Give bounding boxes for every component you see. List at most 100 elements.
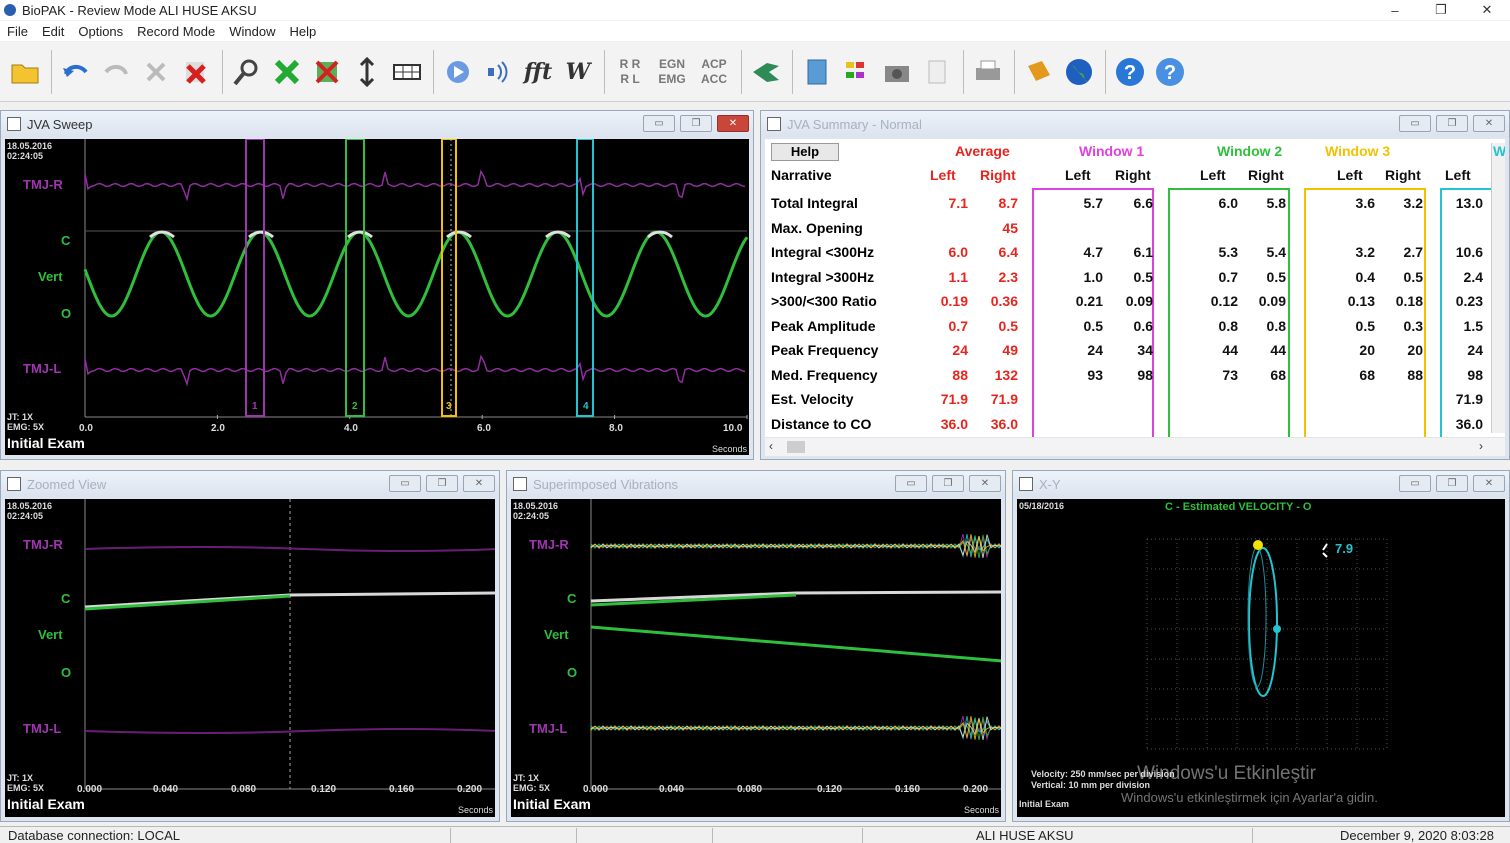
table-cell: 24 (1467, 342, 1483, 358)
table-cell: 132 (994, 366, 1018, 383)
acp-acc-button[interactable]: ACP ACC (694, 50, 734, 94)
rl-button[interactable]: R RR L (610, 50, 650, 94)
jva-summary-panel[interactable]: JVA Summary - Normal ▭ ❐ ✕ Help Narrative … (760, 110, 1510, 460)
jva-sweep-titlebar[interactable]: JVA Sweep ▭ ❐ ✕ (1, 111, 753, 137)
panel-close-button[interactable]: ✕ (463, 475, 495, 492)
table-cell: 2.3 (998, 268, 1018, 285)
report-icon[interactable] (798, 50, 836, 94)
close-button[interactable]: ✕ (1464, 2, 1510, 18)
window-markers[interactable] (245, 139, 594, 417)
horizontal-scrollbar[interactable]: ‹ › (765, 438, 1505, 456)
table-cell: 5.4 (1266, 244, 1286, 260)
xy-exam: Initial Exam (1019, 799, 1070, 809)
panel-minimize-button[interactable]: ▭ (1399, 115, 1431, 132)
superimposed-titlebar[interactable]: Superimposed Vibrations ▭ ❐ ✕ (507, 471, 1005, 497)
menu-window[interactable]: Window (222, 24, 282, 39)
menu-file[interactable]: File (0, 24, 35, 39)
panel-minimize-button[interactable]: ▭ (895, 475, 927, 492)
menu-help[interactable]: Help (282, 24, 323, 39)
green-x-icon[interactable] (268, 50, 306, 94)
playback-icon[interactable] (439, 50, 477, 94)
emg-label: EMG (658, 71, 686, 86)
panel-minimize-button[interactable]: ▭ (643, 115, 675, 132)
panel-close-button[interactable]: ✕ (1473, 475, 1505, 492)
zoom-emg: EMG: 5X (7, 783, 45, 793)
delete-icon[interactable] (177, 50, 215, 94)
jaw-icon[interactable] (747, 50, 785, 94)
panel-restore-button[interactable]: ❐ (426, 475, 458, 492)
context-help-icon[interactable]: ? (1151, 50, 1189, 94)
zoomed-view-titlebar[interactable]: Zoomed View ▭ ❐ ✕ (1, 471, 499, 497)
clear-icon[interactable] (308, 50, 346, 94)
notes-icon[interactable] (918, 50, 956, 94)
magnifier-icon[interactable] (228, 50, 266, 94)
table-cell: 0.36 (990, 293, 1018, 309)
xy-titlebar[interactable]: X-Y ▭ ❐ ✕ (1013, 471, 1509, 497)
panel-minimize-button[interactable]: ▭ (389, 475, 421, 492)
zoomed-view-plot[interactable]: 18.05.2016 02:24:05 TMJ-R C Vert O TMJ-L… (5, 499, 495, 817)
table-cell: 8.7 (998, 195, 1018, 211)
group-header: Window 1 (1079, 143, 1145, 159)
panel-restore-button[interactable]: ❐ (1436, 115, 1468, 132)
jva-sweep-panel[interactable]: JVA Sweep ▭ ❐ ✕ 18.05.2016 02:24:05 TMJ-R … (0, 110, 754, 460)
panel-close-button[interactable]: ✕ (969, 475, 1001, 492)
xy-plot[interactable]: 05/18/2016 C - Estimated VELOCITY - O 7.… (1017, 499, 1505, 817)
minimize-button[interactable]: – (1372, 3, 1418, 18)
fft-button[interactable]: fft (519, 50, 557, 94)
label-tmj-l: TMJ-L (23, 721, 62, 736)
jva-sweep-svg[interactable] (5, 139, 749, 455)
w-button[interactable]: W (559, 50, 597, 94)
superimposed-panel[interactable]: Superimposed Vibrations ▭ ❐ ✕ 18.05.2016 0… (506, 470, 1006, 822)
vertical-scrollbar[interactable] (1491, 143, 1505, 433)
table-cell: 98 (1467, 366, 1483, 383)
sound-icon[interactable] (479, 50, 517, 94)
palette-icon[interactable] (838, 50, 876, 94)
help-icon[interactable]: ? (1111, 50, 1149, 94)
window-column-border (1304, 188, 1426, 437)
maximize-button[interactable]: ❐ (1418, 2, 1464, 18)
egn-emg-button[interactable]: EGN EMG (652, 50, 692, 94)
table-cell: 0.4 (1355, 268, 1375, 285)
panel-restore-button[interactable]: ❐ (1436, 475, 1468, 492)
scroll-thumb[interactable] (787, 441, 805, 453)
menu-edit[interactable]: Edit (35, 24, 71, 39)
table-cell: 0.8 (1266, 317, 1286, 334)
undo-icon[interactable] (57, 50, 95, 94)
jva-summary-titlebar[interactable]: JVA Summary - Normal ▭ ❐ ✕ (761, 111, 1509, 137)
camera-icon[interactable] (878, 50, 916, 94)
menu-record-mode[interactable]: Record Mode (130, 24, 222, 39)
label-o: O (61, 306, 72, 321)
cut-icon[interactable] (137, 50, 175, 94)
panel-restore-button[interactable]: ❐ (932, 475, 964, 492)
sweep-tick-0: 0.0 (79, 423, 93, 434)
status-bar: Database connection: LOCAL ALI HUSE AKSU… (0, 826, 1510, 843)
table-cell: 71.9 (1455, 391, 1483, 407)
open-folder-icon[interactable] (6, 50, 44, 94)
table-cell: 6.4 (998, 244, 1018, 260)
zoomed-view-panel[interactable]: Zoomed View ▭ ❐ ✕ 18.05.2016 02:24:05 TMJ-… (0, 470, 500, 822)
globe-icon[interactable] (1060, 50, 1098, 94)
redo-icon[interactable] (97, 50, 135, 94)
xy-panel[interactable]: X-Y ▭ ❐ ✕ 05/18/2016 C - Estimated VELOCIT… (1012, 470, 1510, 822)
table-cell: 0.6 (1133, 317, 1153, 334)
status-divider (712, 828, 713, 843)
scroll-right-icon[interactable]: › (1479, 439, 1483, 453)
book-icon[interactable] (1020, 50, 1058, 94)
table-cell: 13.0 (1455, 195, 1483, 211)
super-tick-2: 0.080 (737, 784, 763, 795)
panel-minimize-button[interactable]: ▭ (1399, 475, 1431, 492)
window-3-mark: 3 (446, 401, 452, 412)
superimposed-noise (590, 533, 1001, 741)
jva-sweep-plot[interactable]: 18.05.2016 02:24:05 TMJ-R C Vert O TMJ-L… (5, 139, 749, 455)
table-icon[interactable] (388, 50, 426, 94)
panel-restore-button[interactable]: ❐ (680, 115, 712, 132)
panel-close-button[interactable]: ✕ (1473, 115, 1505, 132)
sweep-jt: JT: 1X (7, 412, 34, 422)
print-icon[interactable] (969, 50, 1007, 94)
zoom-tick-4: 0.160 (389, 784, 415, 795)
scroll-left-icon[interactable]: ‹ (769, 439, 773, 453)
vertical-scale-icon[interactable] (348, 50, 386, 94)
menu-options[interactable]: Options (71, 24, 130, 39)
superimposed-plot[interactable]: 18.05.2016 02:24:05 TMJ-R C Vert O TMJ-L… (511, 499, 1001, 817)
panel-close-button[interactable]: ✕ (717, 115, 749, 132)
